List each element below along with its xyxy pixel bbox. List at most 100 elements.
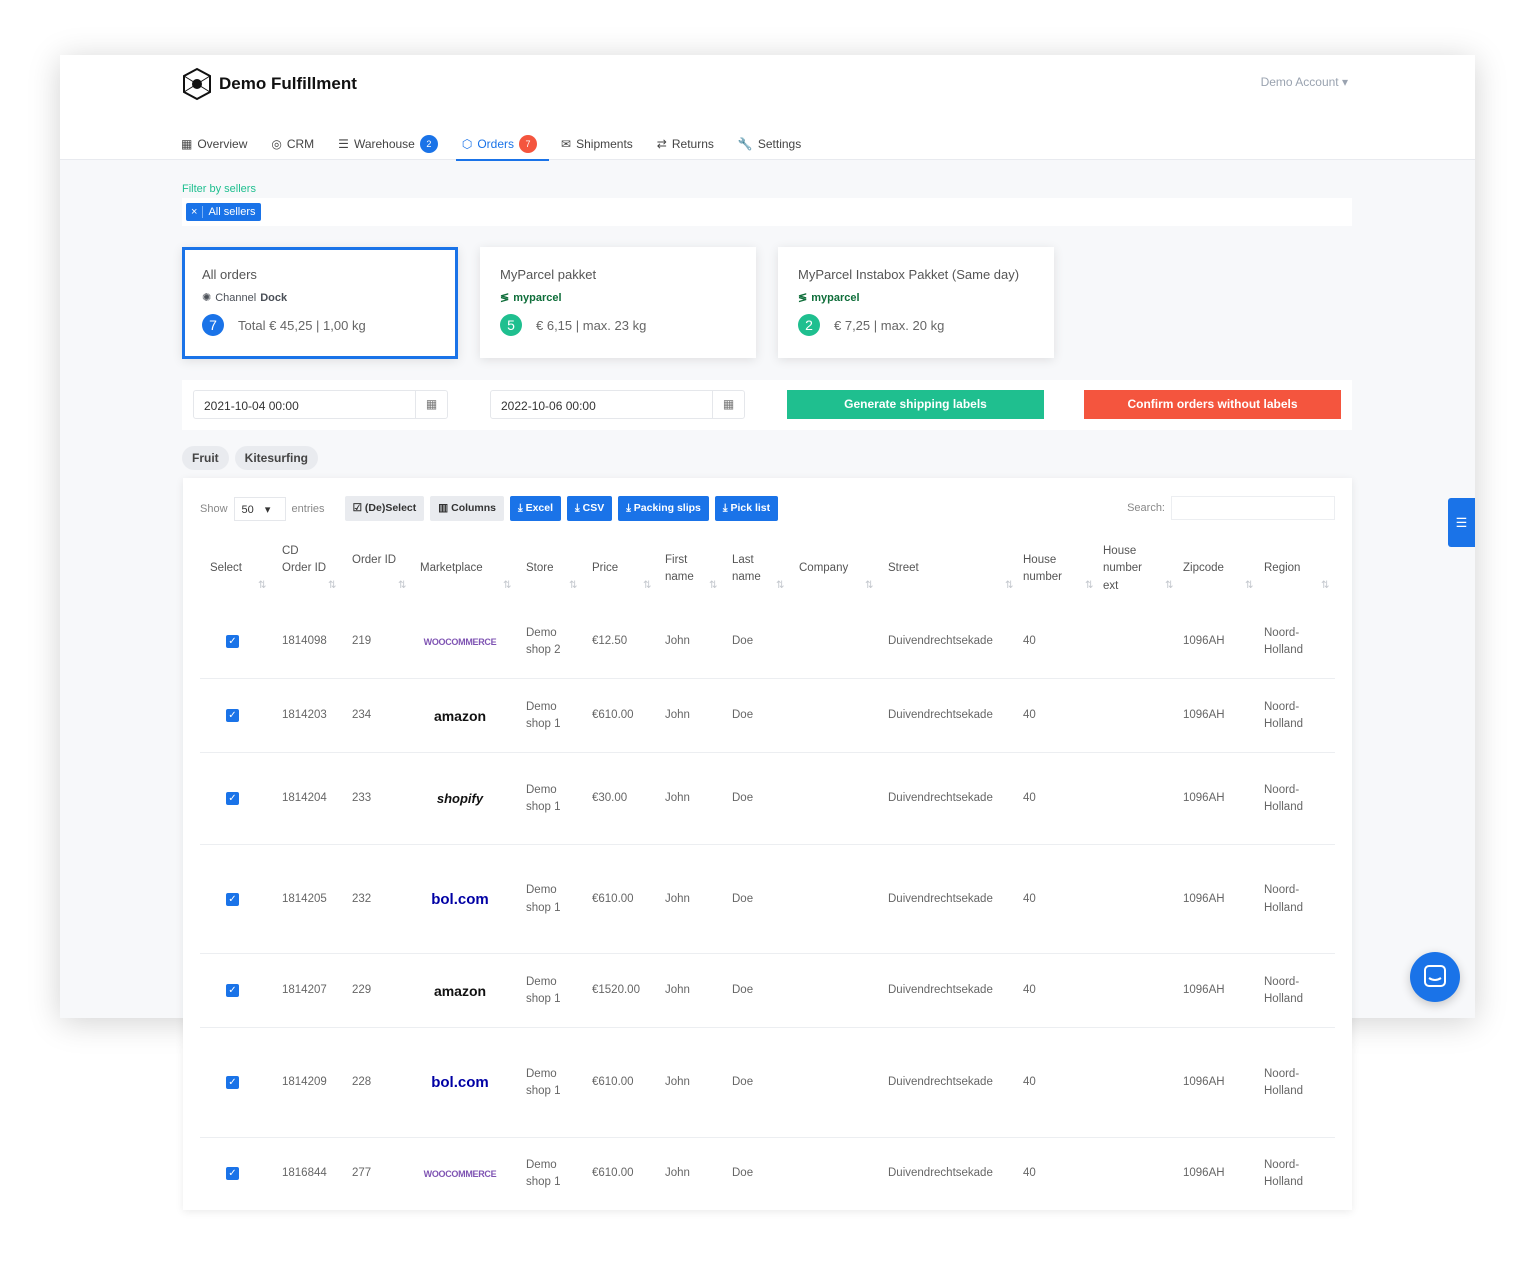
cell-cd: 1816844 [282, 1167, 327, 1179]
logo[interactable]: Demo Fulfillment [181, 67, 357, 101]
nav-returns[interactable]: ⇄ Returns [657, 127, 714, 160]
generate-labels-button[interactable]: Generate shipping labels [787, 390, 1044, 419]
marketplace-logo-woocommerce: woocommerce [423, 637, 497, 647]
cell-first: John [665, 1167, 690, 1179]
nav-label: Orders [477, 136, 515, 151]
row-checkbox[interactable]: ✓ [226, 892, 239, 906]
date-to-input[interactable]: 2022-10-06 00:00 ▦ [490, 390, 745, 419]
cell-region: Noord-Holland [1264, 975, 1303, 1006]
nav-orders[interactable]: ⬡ Orders 7 [455, 127, 550, 161]
nav-settings[interactable]: 🔧 Settings [738, 127, 801, 160]
cell-order: 229 [352, 984, 372, 996]
sort-icon[interactable]: ⇅ [1321, 580, 1329, 591]
cell-region: Noord-Holland [1264, 1158, 1303, 1189]
sort-icon[interactable]: ⇅ [643, 580, 651, 591]
download-icon: ⤓ [518, 502, 526, 514]
cell-house: 40 [1023, 892, 1036, 905]
marketplace-logo-amazon: amazon [433, 983, 487, 999]
de-select-button[interactable]: ☑ (De)Select [344, 496, 425, 521]
logo-icon [183, 67, 211, 101]
cell-last: Doe [732, 1076, 754, 1088]
row-checkbox[interactable]: ✓ [226, 1167, 239, 1180]
calendar-icon[interactable]: ▦ [415, 391, 447, 418]
sort-icon[interactable]: ⇅ [503, 580, 511, 591]
column-header[interactable]: CD Order ID [282, 543, 327, 578]
nav-warehouse[interactable]: ☰ Warehouse 2 [338, 127, 438, 160]
card-info: 5 € 6,15 | max. 23 kg [500, 314, 736, 336]
calendar-icon[interactable]: ▦ [712, 391, 744, 418]
row-checkbox[interactable]: ✓ [226, 984, 239, 997]
cell-street: Duivendrechtsekade [888, 792, 993, 804]
chat-launcher-button[interactable] [1410, 952, 1460, 1002]
tag-kitesurfing[interactable]: Kitesurfing [234, 446, 319, 470]
sort-icon[interactable]: ⇅ [569, 580, 577, 591]
column-header[interactable]: Select [210, 560, 260, 578]
order-count-badge: 5 [500, 314, 522, 336]
sort-icon[interactable]: ⇅ [398, 580, 406, 591]
tag-fruit[interactable]: Fruit [182, 446, 229, 470]
cell-first: John [665, 635, 690, 647]
sort-icon[interactable]: ⇅ [1005, 580, 1013, 591]
show-label: Show [200, 502, 228, 515]
cell-cd: 1814209 [282, 1076, 327, 1088]
marketplace-logo-bol-com: bol.com [431, 890, 489, 908]
column-header[interactable]: Company [799, 560, 859, 578]
exchange-icon: ⇄ [656, 136, 667, 151]
cell-price: €610.00 [592, 1167, 634, 1179]
shipping-option-card[interactable]: All orders ✺ Channel Dock 7 Total € 45,25 | 1… [182, 247, 458, 359]
column-header[interactable]: House number ext [1103, 543, 1158, 596]
column-header[interactable]: Street [888, 560, 998, 578]
csv-button[interactable]: ⤓ CSV [567, 496, 613, 521]
cell-region: Noord-Holland [1264, 884, 1303, 914]
account-menu[interactable]: Demo Account ▾ [1261, 75, 1348, 89]
side-panel-toggle[interactable]: ☰ [1448, 498, 1475, 547]
row-checkbox[interactable]: ✓ [226, 709, 239, 722]
sort-icon[interactable]: ⇅ [776, 580, 784, 591]
column-header[interactable]: Region [1264, 560, 1334, 578]
columns-button[interactable]: ▥ Columns [430, 496, 505, 521]
date-to-value: 2022-10-06 00:00 [501, 399, 596, 413]
seller-filter[interactable]: × All sellers [182, 198, 1352, 226]
row-checkbox[interactable]: ✓ [226, 792, 239, 805]
row-checkbox[interactable]: ✓ [226, 635, 239, 648]
nav-overview[interactable]: ▦ Overview [181, 127, 247, 160]
myparcel-icon: ≶ [500, 292, 510, 304]
row-checkbox[interactable]: ✓ [226, 1076, 239, 1089]
column-header[interactable]: Marketplace [420, 560, 510, 578]
cell-zip: 1096AH [1183, 792, 1225, 804]
sort-icon[interactable]: ⇅ [328, 580, 336, 591]
sort-icon[interactable]: ⇅ [865, 580, 873, 591]
remove-chip-button[interactable]: × [186, 206, 204, 218]
column-header[interactable]: Price [592, 560, 642, 578]
column-header[interactable]: Order ID [352, 552, 397, 570]
cell-price: €1520.00 [592, 984, 640, 996]
column-header[interactable]: Store [526, 560, 576, 578]
cell-cd: 1814204 [282, 792, 327, 804]
date-from-value: 2021-10-04 00:00 [204, 399, 299, 413]
confirm-without-labels-button[interactable]: Confirm orders without labels [1084, 390, 1341, 419]
nav-crm[interactable]: ◎ CRM [271, 127, 314, 160]
sort-icon[interactable]: ⇅ [1245, 580, 1253, 591]
sort-icon[interactable]: ⇅ [258, 580, 266, 591]
sort-icon[interactable]: ⇅ [1085, 580, 1093, 591]
cell-region: Noord-Holland [1264, 626, 1303, 657]
shipping-option-card[interactable]: MyParcel Instabox Pakket (Same day) ≶ mypa… [778, 247, 1054, 358]
packing-slips-button[interactable]: ⤓ Packing slips [618, 496, 709, 521]
sort-icon[interactable]: ⇅ [1165, 580, 1173, 591]
cell-order: 234 [352, 709, 372, 721]
sort-icon[interactable]: ⇅ [709, 580, 717, 591]
filter-label: Filter by sellers [182, 183, 256, 195]
shipping-option-card[interactable]: MyParcel pakket ≶ myparcel 5 € 6,15 | max. 2… [480, 247, 756, 358]
search-input[interactable] [1171, 496, 1335, 520]
pick-list-button[interactable]: ⤓ Pick list [714, 496, 779, 521]
entries-select[interactable]: 50 ▾ [233, 496, 286, 521]
nav-shipments[interactable]: ✉ Shipments [561, 127, 633, 160]
column-header[interactable]: House number [1023, 552, 1083, 587]
date-from-input[interactable]: 2021-10-04 00:00 ▦ [193, 390, 448, 419]
column-header[interactable]: First name [665, 552, 710, 587]
caret-down-icon: ▾ [1341, 75, 1348, 89]
column-header[interactable]: Zipcode [1183, 560, 1243, 578]
entries-value: 50 [241, 503, 254, 516]
column-header[interactable]: Last name [732, 552, 777, 587]
excel-button[interactable]: ⤓ Excel [510, 496, 562, 521]
